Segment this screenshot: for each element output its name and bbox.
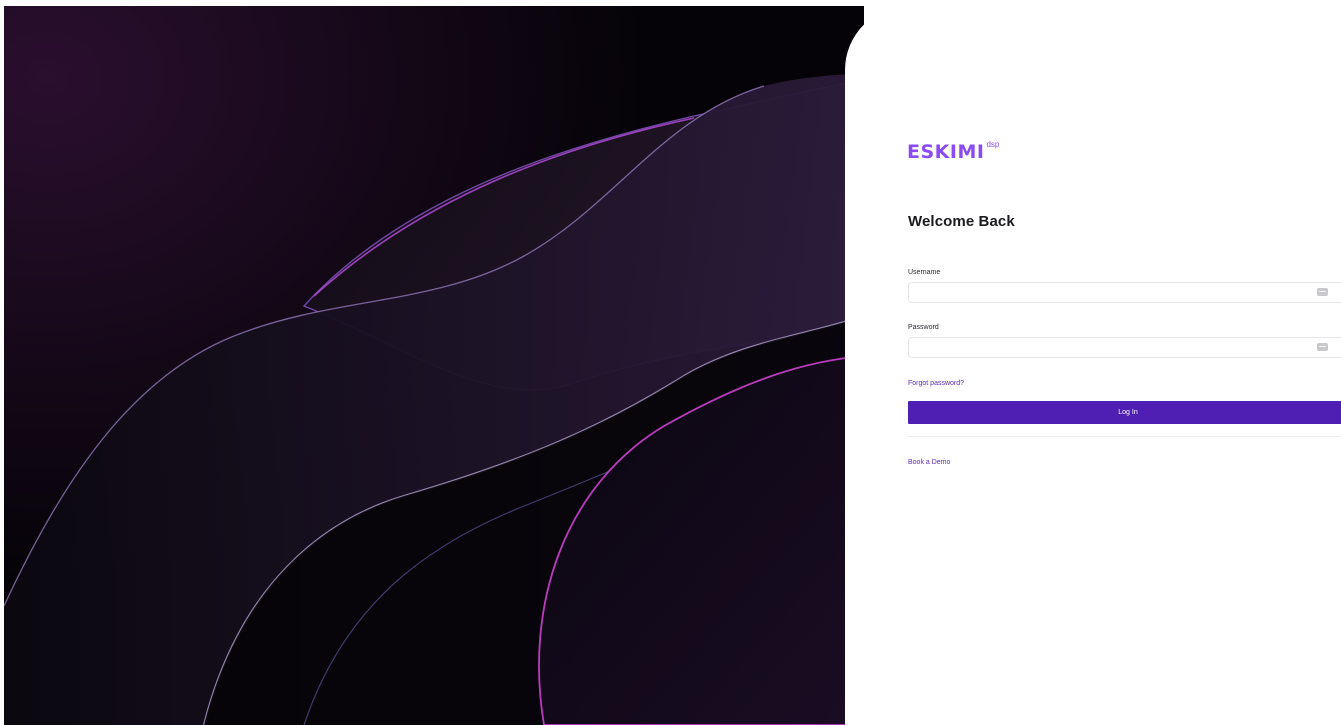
book-demo-link[interactable]: Book a Demo bbox=[908, 459, 950, 466]
abstract-wave-graphic bbox=[4, 6, 864, 725]
divider bbox=[908, 436, 1341, 437]
key-icon[interactable] bbox=[1317, 288, 1328, 296]
hero-background bbox=[4, 6, 864, 725]
brand-logo-word: ESKIMI bbox=[907, 141, 985, 163]
login-page: ESKIMI dsp Welcome Back Username Passwor… bbox=[0, 0, 1341, 725]
page-title: Welcome Back bbox=[908, 213, 1015, 230]
password-input[interactable] bbox=[909, 339, 1321, 358]
username-label: Username bbox=[908, 269, 941, 276]
password-label: Password bbox=[908, 324, 939, 331]
password-field-wrapper bbox=[908, 337, 1341, 358]
username-field-wrapper bbox=[908, 282, 1341, 303]
username-input[interactable] bbox=[909, 284, 1321, 303]
login-panel: ESKIMI dsp Welcome Back Username Passwor… bbox=[845, 6, 1341, 725]
key-icon[interactable] bbox=[1317, 343, 1328, 351]
forgot-password-link[interactable]: Forgot password? bbox=[908, 380, 964, 387]
brand-logo-suffix: dsp bbox=[986, 140, 1000, 149]
login-button[interactable]: Log In bbox=[908, 401, 1341, 424]
brand-logo: ESKIMI dsp bbox=[907, 139, 999, 169]
